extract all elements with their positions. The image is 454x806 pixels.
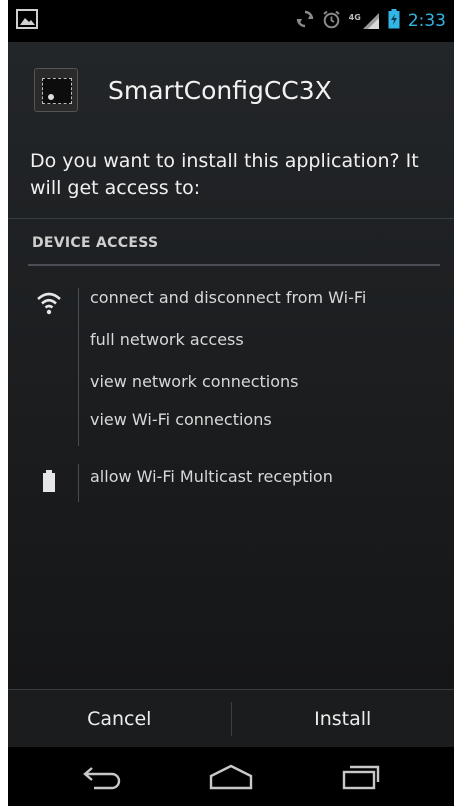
section-title-device-access: DEVICE ACCESS bbox=[32, 235, 159, 251]
phone-screen: 4G 2:33 SmartConfigCC3X Do you want to i… bbox=[8, 0, 454, 806]
alarm-icon bbox=[322, 10, 341, 33]
permission-item: allow Wi-Fi Multicast reception bbox=[90, 467, 333, 486]
permission-item: view network connections bbox=[90, 372, 299, 391]
network-type-label: 4G bbox=[348, 13, 361, 22]
permission-item: full network access bbox=[90, 330, 244, 349]
dialog-button-bar: Cancel Install bbox=[8, 689, 454, 747]
battery-icon bbox=[36, 468, 62, 494]
section-divider bbox=[28, 264, 440, 266]
status-bar: 4G 2:33 bbox=[8, 0, 454, 42]
chip-app-icon bbox=[34, 68, 78, 112]
picture-notification-icon bbox=[16, 9, 38, 33]
cancel-button[interactable]: Cancel bbox=[8, 690, 231, 747]
permission-group-wifi: connect and disconnect from Wi-Fi full n… bbox=[8, 284, 454, 446]
permission-group-multicast: allow Wi-Fi Multicast reception bbox=[8, 462, 454, 502]
back-icon[interactable] bbox=[72, 757, 132, 797]
home-icon[interactable] bbox=[201, 757, 261, 797]
navigation-bar bbox=[8, 747, 454, 806]
permission-item: view Wi-Fi connections bbox=[90, 410, 272, 429]
app-header: SmartConfigCC3X bbox=[8, 42, 454, 138]
install-dialog: SmartConfigCC3X Do you want to install t… bbox=[8, 42, 454, 689]
permission-item: connect and disconnect from Wi-Fi bbox=[90, 288, 367, 307]
permission-group-line bbox=[78, 464, 79, 502]
signal-icon: 4G bbox=[349, 12, 380, 30]
install-button[interactable]: Install bbox=[232, 690, 454, 747]
sync-icon bbox=[296, 10, 314, 32]
install-prompt: Do you want to install this application?… bbox=[30, 150, 419, 199]
app-title: SmartConfigCC3X bbox=[108, 75, 332, 105]
permission-group-line bbox=[78, 288, 79, 446]
divider bbox=[8, 218, 454, 219]
battery-icon bbox=[388, 9, 400, 33]
wifi-icon bbox=[36, 290, 62, 316]
status-clock: 2:33 bbox=[407, 11, 446, 31]
recent-apps-icon[interactable] bbox=[330, 757, 390, 797]
